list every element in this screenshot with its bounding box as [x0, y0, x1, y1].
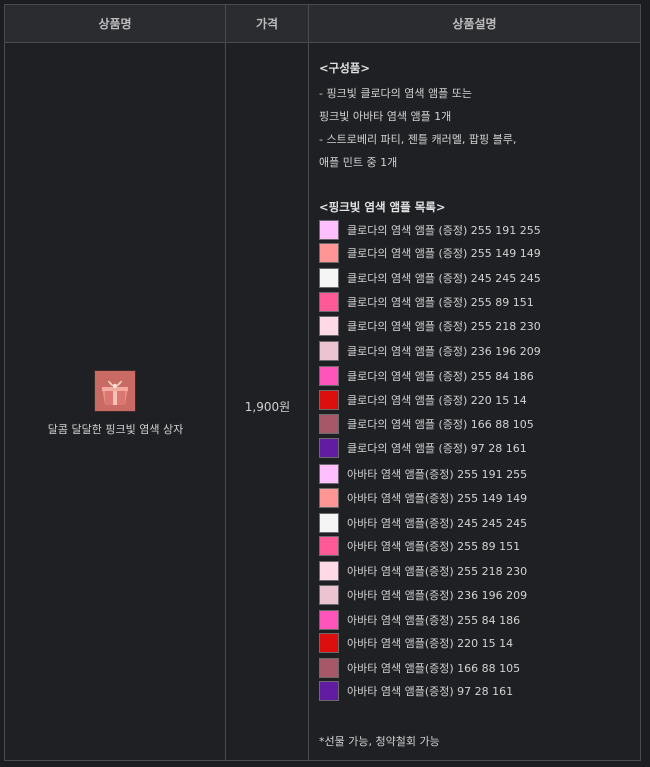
list-item: 클로다의 염색 앰플 (증정) 255 89 151: [319, 291, 534, 313]
header-product-name: 상품명: [5, 5, 226, 42]
color-swatch: [319, 585, 339, 605]
ampoule-label: 아바타 염색 앰플(증정) 255 149 149: [347, 492, 528, 505]
product-table: 상품명 가격 상품설명 달콤 달달한 핑크빛 염색 상자 1,900원 <구성품…: [4, 4, 641, 761]
ampoule-label: 아바타 염색 앰플(증정) 255 89 151: [347, 540, 521, 553]
list-item: 클로다의 염색 앰플 (증정) 245 245 245: [319, 267, 541, 289]
list-item: 클로다의 염색 앰플 (증정) 97 28 161: [319, 437, 527, 459]
ampoule-label: 클로다의 염색 앰플 (증정) 255 191 255: [347, 224, 541, 237]
color-swatch: [319, 366, 339, 386]
list-item: 아바타 염색 앰플(증정) 236 196 209: [319, 584, 527, 606]
price-cell: 1,900원: [226, 43, 309, 760]
header-description: 상품설명: [452, 17, 497, 31]
contents-line: 애플 민트 중 1개: [319, 156, 398, 169]
color-swatch: [319, 390, 339, 410]
color-swatch: [319, 610, 339, 630]
color-swatch: [319, 292, 339, 312]
color-swatch: [319, 268, 339, 288]
ampoule-list-title: <핑크빛 염색 앰플 목록>: [319, 200, 446, 214]
ampoule-label: 클로다의 염색 앰플 (증정) 97 28 161: [347, 442, 527, 455]
ampoule-label: 아바타 염색 앰플(증정) 166 88 105: [347, 662, 521, 675]
ampoule-label: 클로다의 염색 앰플 (증정) 236 196 209: [347, 345, 541, 358]
color-swatch: [319, 220, 339, 240]
list-item: 아바타 염색 앰플(증정) 255 84 186: [319, 609, 520, 631]
contents-title: <구성품>: [319, 61, 371, 75]
ampoule-label: 클로다의 염색 앰플 (증정) 220 15 14: [347, 394, 527, 407]
list-item: 아바타 염색 앰플(증정) 255 149 149: [319, 487, 527, 509]
list-item: 아바타 염색 앰플(증정) 166 88 105: [319, 657, 520, 679]
list-item: 클로다의 염색 앰플 (증정) 255 149 149: [319, 242, 541, 264]
color-swatch: [319, 464, 339, 484]
product-name: 달콤 달달한 핑크빛 염색 상자: [47, 423, 184, 436]
contents-line: - 스트로베리 파티, 젠틀 캐러멜, 팝핑 블루,: [319, 133, 517, 146]
color-swatch: [319, 488, 339, 508]
color-swatch: [319, 681, 339, 701]
list-item: 아바타 염색 앰플(증정) 255 218 230: [319, 560, 527, 582]
ampoule-label: 클로다의 염색 앰플 (증정) 166 88 105: [347, 418, 534, 431]
ampoule-label: 클로다의 염색 앰플 (증정) 255 218 230: [347, 320, 541, 333]
header-price: 가격: [226, 5, 309, 42]
list-item: 아바타 염색 앰플(증정) 220 15 14: [319, 632, 513, 654]
ampoule-label: 아바타 염색 앰플(증정) 245 245 245: [347, 517, 528, 530]
list-item: 클로다의 염색 앰플 (증정) 255 84 186: [319, 365, 534, 387]
color-swatch: [319, 316, 339, 336]
color-swatch: [319, 536, 339, 556]
table-header: 상품명 가격 상품설명: [5, 5, 640, 43]
product-price: 1,900원: [244, 400, 291, 414]
ampoule-label: 아바타 염색 앰플(증정) 255 218 230: [347, 565, 528, 578]
list-item: 아바타 염색 앰플(증정) 97 28 161: [319, 680, 513, 702]
footnote: *선물 가능, 청약철회 가능: [319, 735, 440, 748]
ampoule-label: 아바타 염색 앰플(증정) 236 196 209: [347, 589, 528, 602]
color-swatch: [319, 633, 339, 653]
ampoule-label: 클로다의 염색 앰플 (증정) 255 89 151: [347, 296, 534, 309]
list-item: 클로다의 염색 앰플 (증정) 166 88 105: [319, 413, 534, 435]
ampoule-label: 아바타 염색 앰플(증정) 97 28 161: [347, 685, 514, 698]
color-swatch: [319, 341, 339, 361]
list-item: 아바타 염색 앰플(증정) 255 89 151: [319, 535, 520, 557]
pink-gift-box-icon: [94, 370, 136, 412]
ampoule-label: 아바타 염색 앰플(증정) 255 84 186: [347, 614, 521, 627]
color-swatch: [319, 658, 339, 678]
color-swatch: [319, 243, 339, 263]
list-item: 클로다의 염색 앰플 (증정) 255 191 255: [319, 219, 541, 241]
color-swatch: [319, 414, 339, 434]
table-row: 달콤 달달한 핑크빛 염색 상자 1,900원 <구성품> - 핑크빛 클로다의…: [5, 43, 640, 760]
ampoule-label: 클로다의 염색 앰플 (증정) 245 245 245: [347, 272, 541, 285]
list-item: 아바타 염색 앰플(증정) 255 191 255: [319, 463, 527, 485]
color-swatch: [319, 561, 339, 581]
color-swatch: [319, 513, 339, 533]
ampoule-label: 클로다의 염색 앰플 (증정) 255 84 186: [347, 370, 534, 383]
contents-line: 핑크빛 아바타 염색 앰플 1개: [319, 110, 452, 123]
contents-line: - 핑크빛 클로다의 염색 앰플 또는: [319, 87, 473, 100]
ampoule-label: 아바타 염색 앰플(증정) 255 191 255: [347, 468, 528, 481]
color-swatch: [319, 438, 339, 458]
list-item: 클로다의 염색 앰플 (증정) 220 15 14: [319, 389, 527, 411]
description-cell: <구성품> - 핑크빛 클로다의 염색 앰플 또는 핑크빛 아바타 염색 앰플 …: [309, 43, 640, 760]
list-item: 클로다의 염색 앰플 (증정) 236 196 209: [319, 340, 541, 362]
product-name-cell: 달콤 달달한 핑크빛 염색 상자: [5, 43, 226, 760]
ampoule-label: 아바타 염색 앰플(증정) 220 15 14: [347, 637, 514, 650]
list-item: 클로다의 염색 앰플 (증정) 255 218 230: [319, 315, 541, 337]
list-item: 아바타 염색 앰플(증정) 245 245 245: [319, 512, 527, 534]
ampoule-label: 클로다의 염색 앰플 (증정) 255 149 149: [347, 247, 541, 260]
